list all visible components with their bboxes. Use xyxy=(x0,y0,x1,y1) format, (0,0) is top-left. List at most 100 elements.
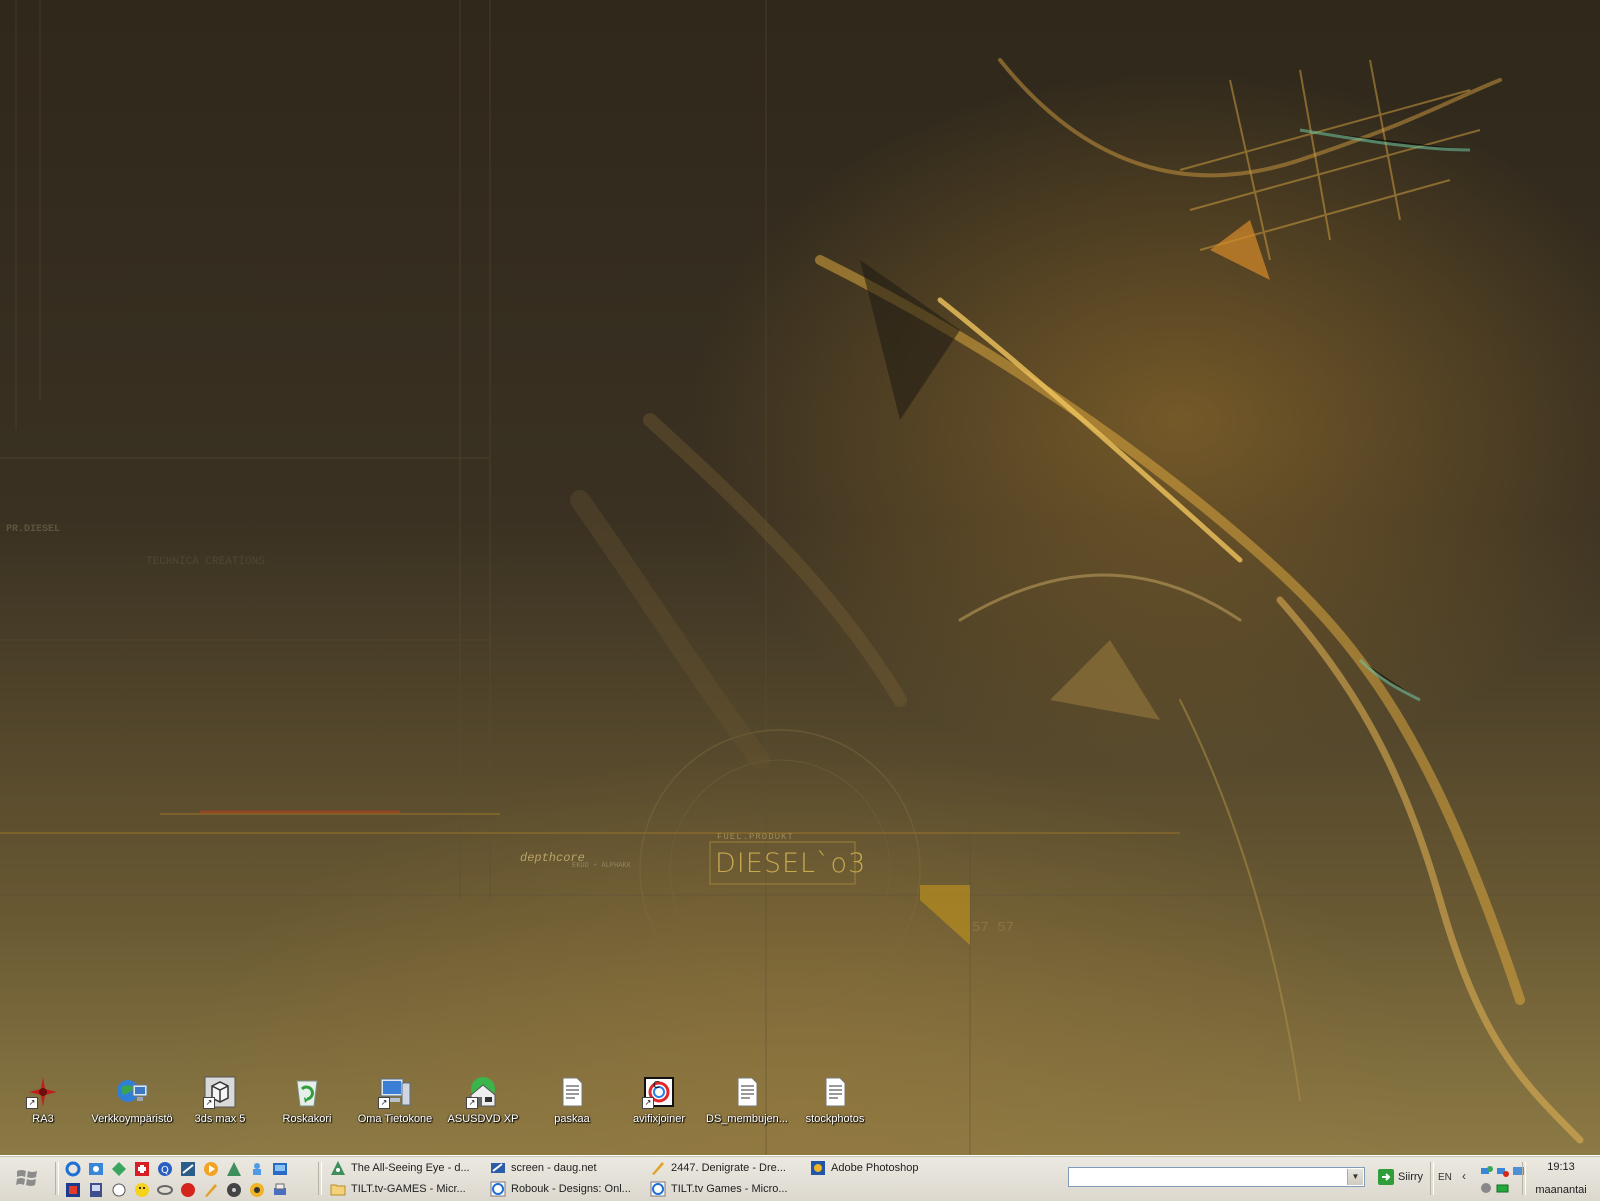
printer-icon[interactable] xyxy=(270,1180,290,1200)
network-places-icon xyxy=(115,1075,149,1109)
asusdvd-icon: ↗ xyxy=(466,1075,500,1109)
text-file-icon xyxy=(818,1075,852,1109)
clock-day[interactable]: maanantai xyxy=(1528,1184,1594,1196)
internet-explorer-icon[interactable] xyxy=(63,1159,83,1179)
desktop-icon-paskaa[interactable]: paskaa xyxy=(527,1075,617,1125)
my-computer-icon: ↗ xyxy=(378,1075,412,1109)
task-button-label: The All-Seeing Eye - d... xyxy=(351,1162,470,1174)
folder-icon xyxy=(330,1184,346,1196)
desktop-icon-label: Roskakori xyxy=(282,1113,332,1125)
address-dropdown-button[interactable]: ▼ xyxy=(1347,1169,1363,1185)
desktop-icon-stockphotos[interactable]: stockphotos xyxy=(790,1075,880,1125)
shortcut-arrow-icon: ↗ xyxy=(26,1097,38,1109)
winamp-icon[interactable] xyxy=(247,1180,267,1200)
desktop-icon-asusdvd[interactable]: ↗ ASUSDVD XP xyxy=(438,1075,528,1125)
outlook-express-icon[interactable] xyxy=(86,1159,106,1179)
go-arrow-icon xyxy=(1378,1169,1394,1185)
text-file-icon xyxy=(555,1075,589,1109)
tool-icon-2[interactable] xyxy=(86,1180,106,1200)
quick-launch-row-1: Q xyxy=(63,1159,293,1179)
shortcut-arrow-icon: ↗ xyxy=(466,1097,478,1109)
task-button[interactable]: TILT.tv Games - Micro... xyxy=(650,1179,800,1199)
volume-tray-icon[interactable] xyxy=(1480,1182,1493,1195)
link-icon[interactable] xyxy=(155,1180,175,1200)
desktop-icon-label: ASUSDVD XP xyxy=(447,1113,519,1125)
show-desktop-icon[interactable] xyxy=(270,1159,290,1179)
messenger-icon[interactable] xyxy=(247,1159,267,1179)
task-button[interactable]: 2447. Denigrate - Dre... xyxy=(650,1158,800,1178)
desktop-icon-my-computer[interactable]: ↗ Oma Tietokone xyxy=(350,1075,440,1125)
taskbar: Q The All-Seeing Eye - d... screen - dau… xyxy=(0,1155,1600,1201)
wallpaper-art xyxy=(0,0,1600,1155)
wallpaper-brand-sub: EKUD + ALPHAKK xyxy=(572,862,631,870)
go-button-label: Siirry xyxy=(1398,1171,1424,1183)
address-input[interactable] xyxy=(1071,1169,1345,1187)
daug-icon xyxy=(491,1163,505,1173)
wallpaper-brand-fuel: FUEL.PRODUKT xyxy=(717,832,794,842)
recycle-bin-icon xyxy=(290,1075,324,1109)
quicktime-icon[interactable]: Q xyxy=(155,1159,175,1179)
taskbar-separator xyxy=(1430,1162,1434,1195)
task-button[interactable]: screen - daug.net xyxy=(490,1158,640,1178)
task-button-label: Robouk - Designs: Onl... xyxy=(511,1183,631,1195)
start-button[interactable] xyxy=(6,1163,48,1193)
wallpaper-brand-tech: TECHNICA CREATIONS xyxy=(146,556,265,568)
tool-icon-3[interactable] xyxy=(109,1180,129,1200)
desktop-icon-row: ↗ RA3 Verkkoympäristö ↗ 3ds max 5 Roskak… xyxy=(0,1075,1600,1135)
battery-tray-icon[interactable] xyxy=(1496,1182,1509,1195)
desktop-icon-label: paskaa xyxy=(554,1113,590,1125)
language-indicator[interactable]: EN xyxy=(1438,1172,1452,1183)
shortcut-arrow-icon: ↗ xyxy=(642,1097,654,1109)
tool-icon-1[interactable] xyxy=(63,1180,83,1200)
desktop-icon-ra3[interactable]: ↗ RA3 xyxy=(0,1075,88,1125)
task-button[interactable]: The All-Seeing Eye - d... xyxy=(330,1158,480,1178)
desktop-icon-avifixjoiner[interactable]: C ↗ avifixjoiner xyxy=(614,1075,704,1125)
smiley-icon[interactable] xyxy=(132,1180,152,1200)
ra3-game-icon: ↗ xyxy=(26,1075,60,1109)
ie-icon xyxy=(650,1181,666,1197)
task-button-label: screen - daug.net xyxy=(511,1162,597,1174)
task-button-label: 2447. Denigrate - Dre... xyxy=(671,1162,786,1174)
dreamweaver-icon xyxy=(652,1162,664,1175)
svg-text:Q: Q xyxy=(161,1165,169,1176)
dreamweaver-icon[interactable] xyxy=(178,1159,198,1179)
desktop-icon-label: Oma Tietokone xyxy=(357,1113,433,1125)
acrobat-icon[interactable] xyxy=(178,1180,198,1200)
desktop-icon-recycle-bin[interactable]: Roskakori xyxy=(262,1075,352,1125)
wallpaper-brand-title: DIESEL`o3 xyxy=(715,848,867,879)
media-player-icon[interactable] xyxy=(201,1159,221,1179)
desktop-icon-ds-membujen[interactable]: DS_membujen... xyxy=(702,1075,792,1125)
task-button-label: TILT.tv Games - Micro... xyxy=(671,1183,788,1195)
disc-icon[interactable] xyxy=(224,1180,244,1200)
text-file-icon xyxy=(730,1075,764,1109)
task-button[interactable]: Robouk - Designs: Onl... xyxy=(490,1179,640,1199)
wallpaper-brand-number: 57 57 xyxy=(972,920,1015,936)
3dsmax-icon: ↗ xyxy=(203,1075,237,1109)
shortcut-arrow-icon: ↗ xyxy=(203,1097,215,1109)
pen-tool-icon[interactable] xyxy=(201,1180,221,1200)
task-button[interactable]: Adobe Photoshop xyxy=(810,1158,960,1178)
desktop-icon-label: 3ds max 5 xyxy=(194,1113,246,1125)
desktop-icon-network[interactable]: Verkkoympäristö xyxy=(87,1075,177,1125)
swiss-tool-icon[interactable] xyxy=(132,1159,152,1179)
task-button-label: TILT.tv-GAMES - Micr... xyxy=(351,1183,466,1195)
all-seeing-eye-icon xyxy=(331,1161,345,1175)
clock-time[interactable]: 19:13 xyxy=(1528,1161,1594,1173)
network-tray-icon[interactable] xyxy=(1480,1165,1493,1178)
tray-expand-chevron-icon[interactable]: ‹ xyxy=(1462,1169,1466,1183)
desktop-icon-3dsmax[interactable]: ↗ 3ds max 5 xyxy=(175,1075,265,1125)
avifix-icon: C ↗ xyxy=(642,1075,676,1109)
desktop-wallpaper: FUEL.PRODUKT DIESEL`o3 depthcore EKUD + … xyxy=(0,0,1600,1155)
all-seeing-eye-icon[interactable] xyxy=(224,1159,244,1179)
network-disconnected-tray-icon[interactable] xyxy=(1496,1165,1509,1178)
desktop-icon-label: DS_membujen... xyxy=(706,1113,788,1125)
desktop-icon-label: stockphotos xyxy=(805,1113,865,1125)
network-icon[interactable] xyxy=(109,1159,129,1179)
shortcut-arrow-icon: ↗ xyxy=(378,1097,390,1109)
go-button[interactable]: Siirry xyxy=(1378,1166,1423,1188)
wallpaper-brand-pr: PR.DIESEL xyxy=(6,524,61,535)
address-combo[interactable]: ▼ xyxy=(1068,1167,1365,1187)
desktop-icon-label: avifixjoiner xyxy=(633,1113,685,1125)
task-button[interactable]: TILT.tv-GAMES - Micr... xyxy=(330,1179,480,1199)
photoshop-icon xyxy=(811,1161,825,1175)
